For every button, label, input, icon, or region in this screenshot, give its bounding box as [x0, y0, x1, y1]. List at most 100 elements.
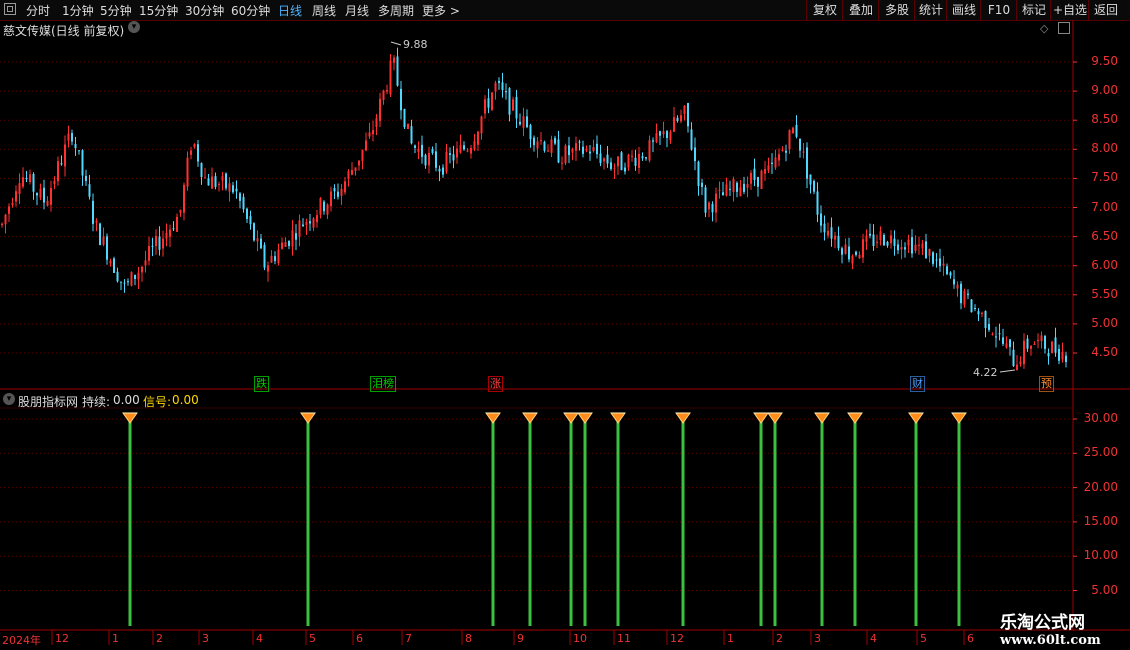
candlestick — [330, 186, 332, 212]
candlestick — [144, 250, 147, 273]
candlestick — [1037, 333, 1039, 349]
candlestick — [400, 81, 402, 120]
maximize-icon[interactable] — [1058, 22, 1070, 34]
candlestick — [561, 156, 563, 170]
candlestick — [169, 224, 171, 248]
candlestick — [645, 156, 647, 161]
candlestick — [78, 150, 80, 155]
candlestick — [403, 108, 406, 130]
candlestick — [543, 140, 546, 153]
candlestick — [358, 160, 360, 171]
chevron-down-icon[interactable]: ▾ — [128, 21, 140, 33]
candlestick — [53, 176, 56, 190]
candlestick — [676, 115, 679, 123]
candlestick — [354, 167, 357, 176]
candlestick — [925, 233, 927, 259]
candlestick — [470, 145, 472, 159]
candlestick — [799, 138, 801, 158]
candlestick — [183, 182, 185, 221]
candlestick — [435, 143, 437, 172]
date-axis-label: 6 — [356, 632, 363, 645]
candlestick — [652, 137, 654, 153]
candlestick — [1054, 327, 1057, 357]
candlestick — [305, 218, 308, 236]
candlestick — [904, 242, 906, 258]
stock-chart[interactable] — [0, 0, 1130, 650]
date-axis-label: 2024年 — [2, 634, 41, 647]
candlestick — [617, 156, 619, 175]
candlestick — [1002, 328, 1004, 346]
signal-bar — [847, 412, 863, 626]
candlestick — [165, 223, 168, 247]
candlestick — [501, 72, 504, 98]
candlestick — [613, 163, 616, 179]
date-axis-label: 10 — [573, 632, 587, 645]
date-axis-label: 5 — [920, 632, 927, 645]
candlestick — [487, 88, 490, 114]
candlestick — [4, 213, 7, 234]
candlestick — [627, 153, 630, 171]
high-price-label: 9.88 — [403, 38, 428, 51]
diamond-icon[interactable]: ◇ — [1040, 22, 1048, 35]
candlestick — [81, 149, 84, 186]
candlestick — [263, 242, 266, 271]
candlestick — [991, 332, 994, 336]
candlestick — [148, 236, 150, 266]
candlestick — [484, 95, 486, 119]
candlestick — [694, 137, 696, 171]
candlestick — [389, 53, 392, 98]
diamond-marker-icon — [122, 412, 138, 424]
candlestick — [414, 144, 416, 154]
candlestick — [739, 179, 742, 197]
candlestick — [624, 162, 626, 175]
candlestick — [60, 155, 63, 166]
candlestick — [795, 115, 798, 139]
indicator-axis-label: 30.00 — [1083, 411, 1118, 425]
price-axis-label: 8.50 — [1091, 112, 1118, 127]
candlestick — [932, 251, 934, 267]
candlestick — [893, 230, 896, 256]
candlestick — [351, 162, 353, 176]
candlestick — [582, 140, 584, 158]
candlestick — [1040, 331, 1043, 349]
candlestick — [421, 135, 423, 164]
candlestick — [746, 176, 749, 198]
candlestick — [456, 141, 458, 164]
candlestick — [529, 123, 532, 148]
candlestick — [1009, 339, 1011, 356]
candlestick — [1019, 356, 1022, 367]
signal-bar — [122, 412, 138, 626]
signal-bar — [951, 412, 967, 626]
candlestick — [323, 200, 325, 215]
candlestick — [792, 126, 794, 134]
candlestick — [337, 183, 339, 200]
candlestick — [851, 254, 854, 270]
indicator-chevron-icon[interactable]: ▾ — [3, 393, 15, 405]
candlestick — [480, 115, 483, 140]
candlestick — [491, 91, 493, 112]
signal-bar — [300, 412, 316, 626]
candlestick — [113, 256, 115, 273]
candlestick — [204, 167, 206, 179]
signal-bar — [485, 412, 501, 626]
candlestick — [823, 215, 826, 241]
candlestick — [914, 235, 917, 254]
candlestick — [774, 149, 777, 170]
candlestick — [967, 289, 969, 300]
candlestick — [515, 89, 518, 129]
candlestick — [15, 185, 17, 207]
date-axis-label: 2 — [776, 632, 783, 645]
candlestick — [120, 281, 122, 291]
candlestick — [512, 96, 514, 112]
candlestick — [239, 191, 241, 209]
candlestick — [295, 224, 297, 251]
candlestick — [708, 201, 710, 218]
candlestick — [648, 135, 651, 163]
candlestick — [697, 160, 700, 196]
candlestick — [988, 317, 990, 332]
candlestick — [834, 231, 836, 249]
candlestick — [869, 223, 871, 239]
candlestick — [722, 181, 724, 196]
candlestick — [410, 119, 413, 145]
candlestick — [344, 176, 346, 195]
